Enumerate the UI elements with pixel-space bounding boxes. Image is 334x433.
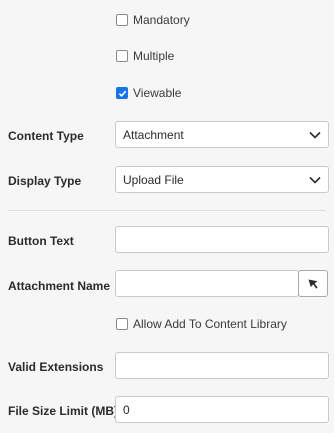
allow-add-label: Allow Add To Content Library [133, 317, 287, 331]
mandatory-label: Mandatory [133, 13, 190, 27]
valid-extensions-label: Valid Extensions [8, 360, 104, 374]
viewable-checkbox-row[interactable]: Viewable [116, 85, 181, 101]
form-panel: Mandatory Multiple Viewable Content Type… [0, 0, 334, 433]
multiple-checkbox[interactable] [116, 50, 128, 62]
file-size-limit-input[interactable] [115, 396, 329, 423]
button-text-label: Button Text [8, 234, 74, 248]
mandatory-checkbox-row[interactable]: Mandatory [116, 12, 190, 28]
mandatory-checkbox[interactable] [116, 14, 128, 26]
chevron-down-icon [309, 131, 321, 139]
multiple-checkbox-row[interactable]: Multiple [116, 48, 174, 64]
attachment-picker-button[interactable] [298, 270, 328, 297]
content-type-label: Content Type [8, 129, 84, 143]
section-divider [8, 210, 326, 211]
multiple-label: Multiple [133, 49, 175, 63]
valid-extensions-input[interactable] [115, 352, 329, 379]
attachment-name-label: Attachment Name [8, 279, 111, 293]
file-size-limit-label: File Size Limit (MB) [8, 404, 119, 418]
viewable-checkbox[interactable] [116, 87, 128, 99]
allow-add-checkbox-row[interactable]: Allow Add To Content Library [116, 316, 287, 332]
display-type-value: Upload File [123, 172, 184, 187]
attachment-name-input[interactable] [115, 270, 299, 297]
button-text-input[interactable] [115, 226, 329, 253]
display-type-label: Display Type [8, 174, 82, 188]
chevron-down-icon [309, 176, 321, 184]
arrow-pointer-icon [308, 279, 318, 289]
display-type-select[interactable]: Upload File [115, 166, 329, 193]
allow-add-checkbox[interactable] [116, 318, 128, 330]
content-type-select[interactable]: Attachment [115, 121, 329, 148]
content-type-value: Attachment [123, 127, 184, 142]
viewable-label: Viewable [133, 86, 182, 100]
